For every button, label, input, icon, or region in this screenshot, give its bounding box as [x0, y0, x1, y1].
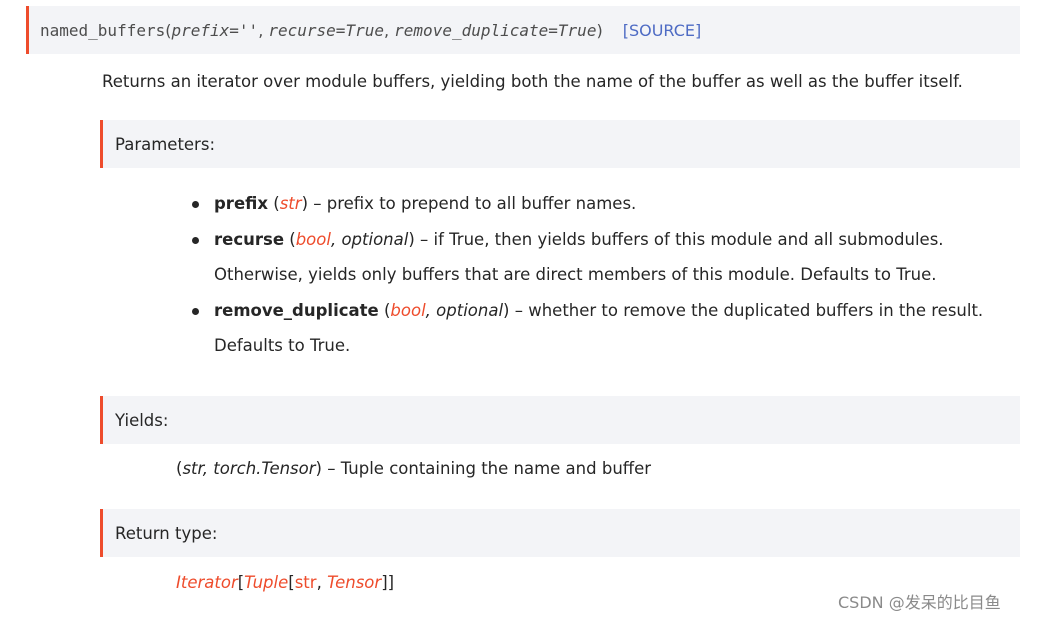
type-paren: ( [268, 194, 280, 213]
param-remove-duplicate-default: remove_duplicate=True [394, 20, 597, 40]
function-signature: named_buffers(prefix='', recurse=True, r… [26, 6, 1020, 54]
function-description: Returns an iterator over module buffers,… [102, 72, 963, 91]
bullet-icon [192, 236, 199, 244]
signature-separator: , [383, 20, 390, 40]
yield-type: torch.Tensor [213, 459, 316, 478]
type-separator: , [316, 573, 328, 592]
param-name: recurse [214, 229, 285, 249]
list-item: remove_duplicate (bool, optional) – whet… [190, 293, 1010, 364]
yield-description-text: – Tuple containing the name and buffer [321, 459, 652, 478]
return-type-heading-label: Return type: [115, 523, 218, 543]
type-link[interactable]: str [280, 194, 302, 213]
yields-heading: Yields: [100, 396, 1020, 444]
type-link[interactable]: Iterator [176, 573, 238, 592]
source-link[interactable]: [SOURCE] [623, 21, 702, 40]
signature-close-paren: ) [596, 20, 603, 40]
param-description: – prefix to prepend to all buffer names. [308, 194, 637, 213]
type-separator: , [425, 300, 437, 320]
type-modifier: optional [341, 229, 409, 249]
yield-type: str [182, 459, 203, 478]
parameters-heading: Parameters: [100, 120, 1020, 168]
signature-separator: , [258, 20, 264, 40]
bullet-icon [192, 307, 199, 315]
param-name: prefix [214, 194, 269, 213]
param-name: remove_duplicate [214, 300, 379, 320]
type-link[interactable]: Tensor [327, 573, 381, 592]
type-separator: , [202, 459, 214, 478]
function-name: named_buffers [40, 20, 166, 40]
type-bracket: ]] [381, 573, 395, 592]
type-link[interactable]: bool [390, 301, 425, 320]
return-type-heading: Return type: [100, 509, 1020, 557]
type-paren: ( [284, 229, 296, 249]
type-separator: , [330, 229, 342, 249]
type-paren: ( [378, 300, 391, 320]
yields-heading-label: Yields: [115, 410, 169, 430]
watermark: CSDN @发呆的比目鱼 [838, 593, 1001, 612]
parameters-heading-label: Parameters: [115, 134, 215, 154]
parameters-list: prefix (str) – prefix to prepend to all … [190, 186, 1010, 364]
param-recurse-default: recurse=True [268, 20, 384, 40]
type-link[interactable]: str [295, 573, 317, 592]
type-link[interactable]: Tuple [244, 573, 288, 592]
list-item: prefix (str) – prefix to prepend to all … [190, 186, 1010, 222]
list-item: recurse (bool, optional) – if True, then… [190, 222, 1010, 293]
type-link[interactable]: bool [296, 230, 331, 249]
bullet-icon [192, 201, 199, 208]
return-type-value: Iterator[Tuple[str, Tensor]] [176, 573, 394, 592]
type-modifier: optional [436, 300, 504, 320]
param-prefix-default: prefix='' [171, 20, 259, 40]
yields-description: (str, torch.Tensor) – Tuple containing t… [176, 459, 651, 478]
